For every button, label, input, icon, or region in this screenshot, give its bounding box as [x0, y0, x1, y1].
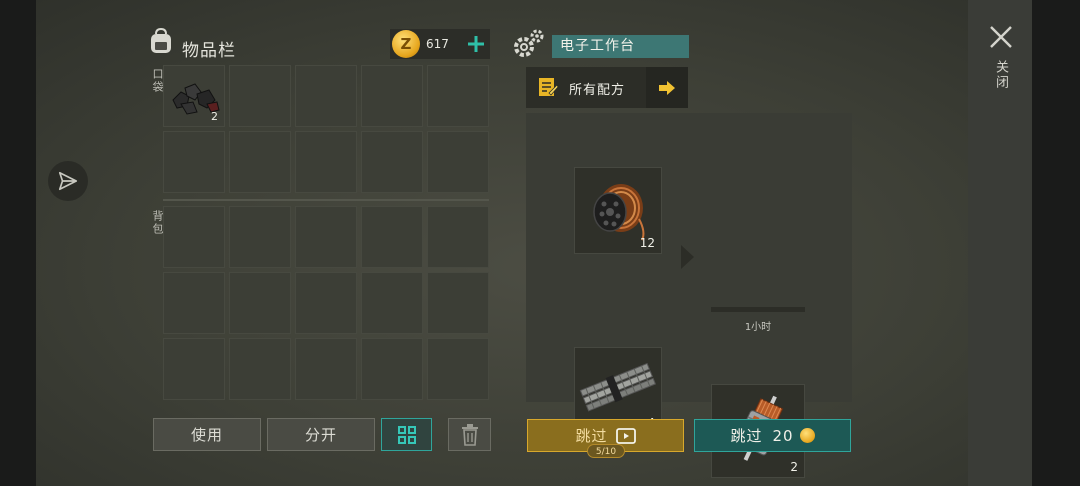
slot-count: 2: [211, 110, 218, 123]
gold-coin-icon: [799, 428, 815, 443]
skip-ad-label: 跳过: [575, 427, 608, 445]
ingredient-count: 12: [639, 236, 655, 250]
backpack-slot[interactable]: [229, 206, 291, 268]
all-recipes-label: 所有配方: [569, 83, 626, 98]
paper-plane-icon: [58, 171, 78, 191]
backpack-slot[interactable]: [229, 272, 291, 334]
split-button[interactable]: 分开: [267, 418, 375, 451]
gears-icon: [512, 28, 546, 64]
backpack-slot[interactable]: [295, 206, 357, 268]
pocket-slot[interactable]: [427, 65, 489, 127]
craft-arrow-icon: [679, 244, 695, 274]
add-coins-button[interactable]: [464, 32, 488, 56]
copper-wire-spool-icon: [593, 184, 645, 241]
backpack-slot[interactable]: [295, 338, 357, 400]
share-button[interactable]: [48, 161, 88, 201]
right-edge: [1032, 0, 1080, 486]
backpack-slot[interactable]: [163, 206, 225, 268]
skip-coin-button[interactable]: 跳过 20: [694, 419, 851, 452]
result-count: 2: [790, 460, 798, 474]
skip-coin-cost: 20: [772, 426, 794, 445]
backpack-slot[interactable]: [361, 272, 423, 334]
trash-button[interactable]: [448, 418, 491, 451]
pocket-slot[interactable]: [295, 131, 357, 193]
craft-time: 1小时: [744, 322, 772, 333]
backpack-slot[interactable]: [361, 338, 423, 400]
backpack-icon: [147, 27, 175, 59]
use-button[interactable]: 使用: [153, 418, 261, 451]
pocket-slot[interactable]: [229, 65, 291, 127]
arrow-right-icon: [659, 80, 675, 95]
pocket-slot[interactable]: [427, 131, 489, 193]
pockets-grid: 2: [163, 65, 489, 193]
workbench-title: 电子工作台: [552, 35, 689, 58]
pocket-slot[interactable]: [163, 131, 225, 193]
recipe-next-button[interactable]: [646, 67, 688, 108]
grid-icon: [397, 425, 416, 444]
gold-coin-icon: Z: [392, 30, 420, 58]
backpack-slot[interactable]: [361, 206, 423, 268]
video-play-icon: [615, 427, 636, 444]
backpack-slot[interactable]: [427, 272, 489, 334]
recipe-note-icon: [539, 78, 559, 96]
pocket-slot[interactable]: [229, 131, 291, 193]
section-divider: [163, 199, 489, 201]
trash-icon: [461, 423, 478, 446]
backpack-slot[interactable]: [163, 272, 225, 334]
close-button[interactable]: 关闭: [985, 22, 1017, 102]
pocket-slot[interactable]: [295, 65, 357, 127]
ingredient-slot[interactable]: 12: [574, 167, 662, 254]
backpack-grid: [163, 206, 489, 400]
backpack-slot[interactable]: [427, 338, 489, 400]
steel-rebar-icon: [579, 362, 657, 412]
pocket-slot[interactable]: [361, 131, 423, 193]
pocket-slot[interactable]: [361, 65, 423, 127]
backpack-slot[interactable]: [427, 206, 489, 268]
backpack-slot[interactable]: [229, 338, 291, 400]
backpack-slot[interactable]: [295, 272, 357, 334]
skip-ad-progress: 5/10: [587, 444, 625, 458]
all-recipes-bar[interactable]: 所有配方: [526, 67, 646, 108]
coin-count: 617: [426, 37, 449, 51]
backpack-slot[interactable]: [163, 338, 225, 400]
left-edge: [0, 0, 36, 486]
close-icon: [990, 26, 1012, 48]
close-label: 关闭: [993, 60, 1008, 90]
pocket-slot[interactable]: 2: [163, 65, 225, 127]
craft-progress-bar: [711, 307, 805, 312]
plus-icon: [468, 36, 484, 52]
inventory-title: 物品栏: [182, 41, 236, 61]
sort-button[interactable]: [381, 418, 432, 451]
skip-coin-label: 跳过: [730, 427, 763, 445]
